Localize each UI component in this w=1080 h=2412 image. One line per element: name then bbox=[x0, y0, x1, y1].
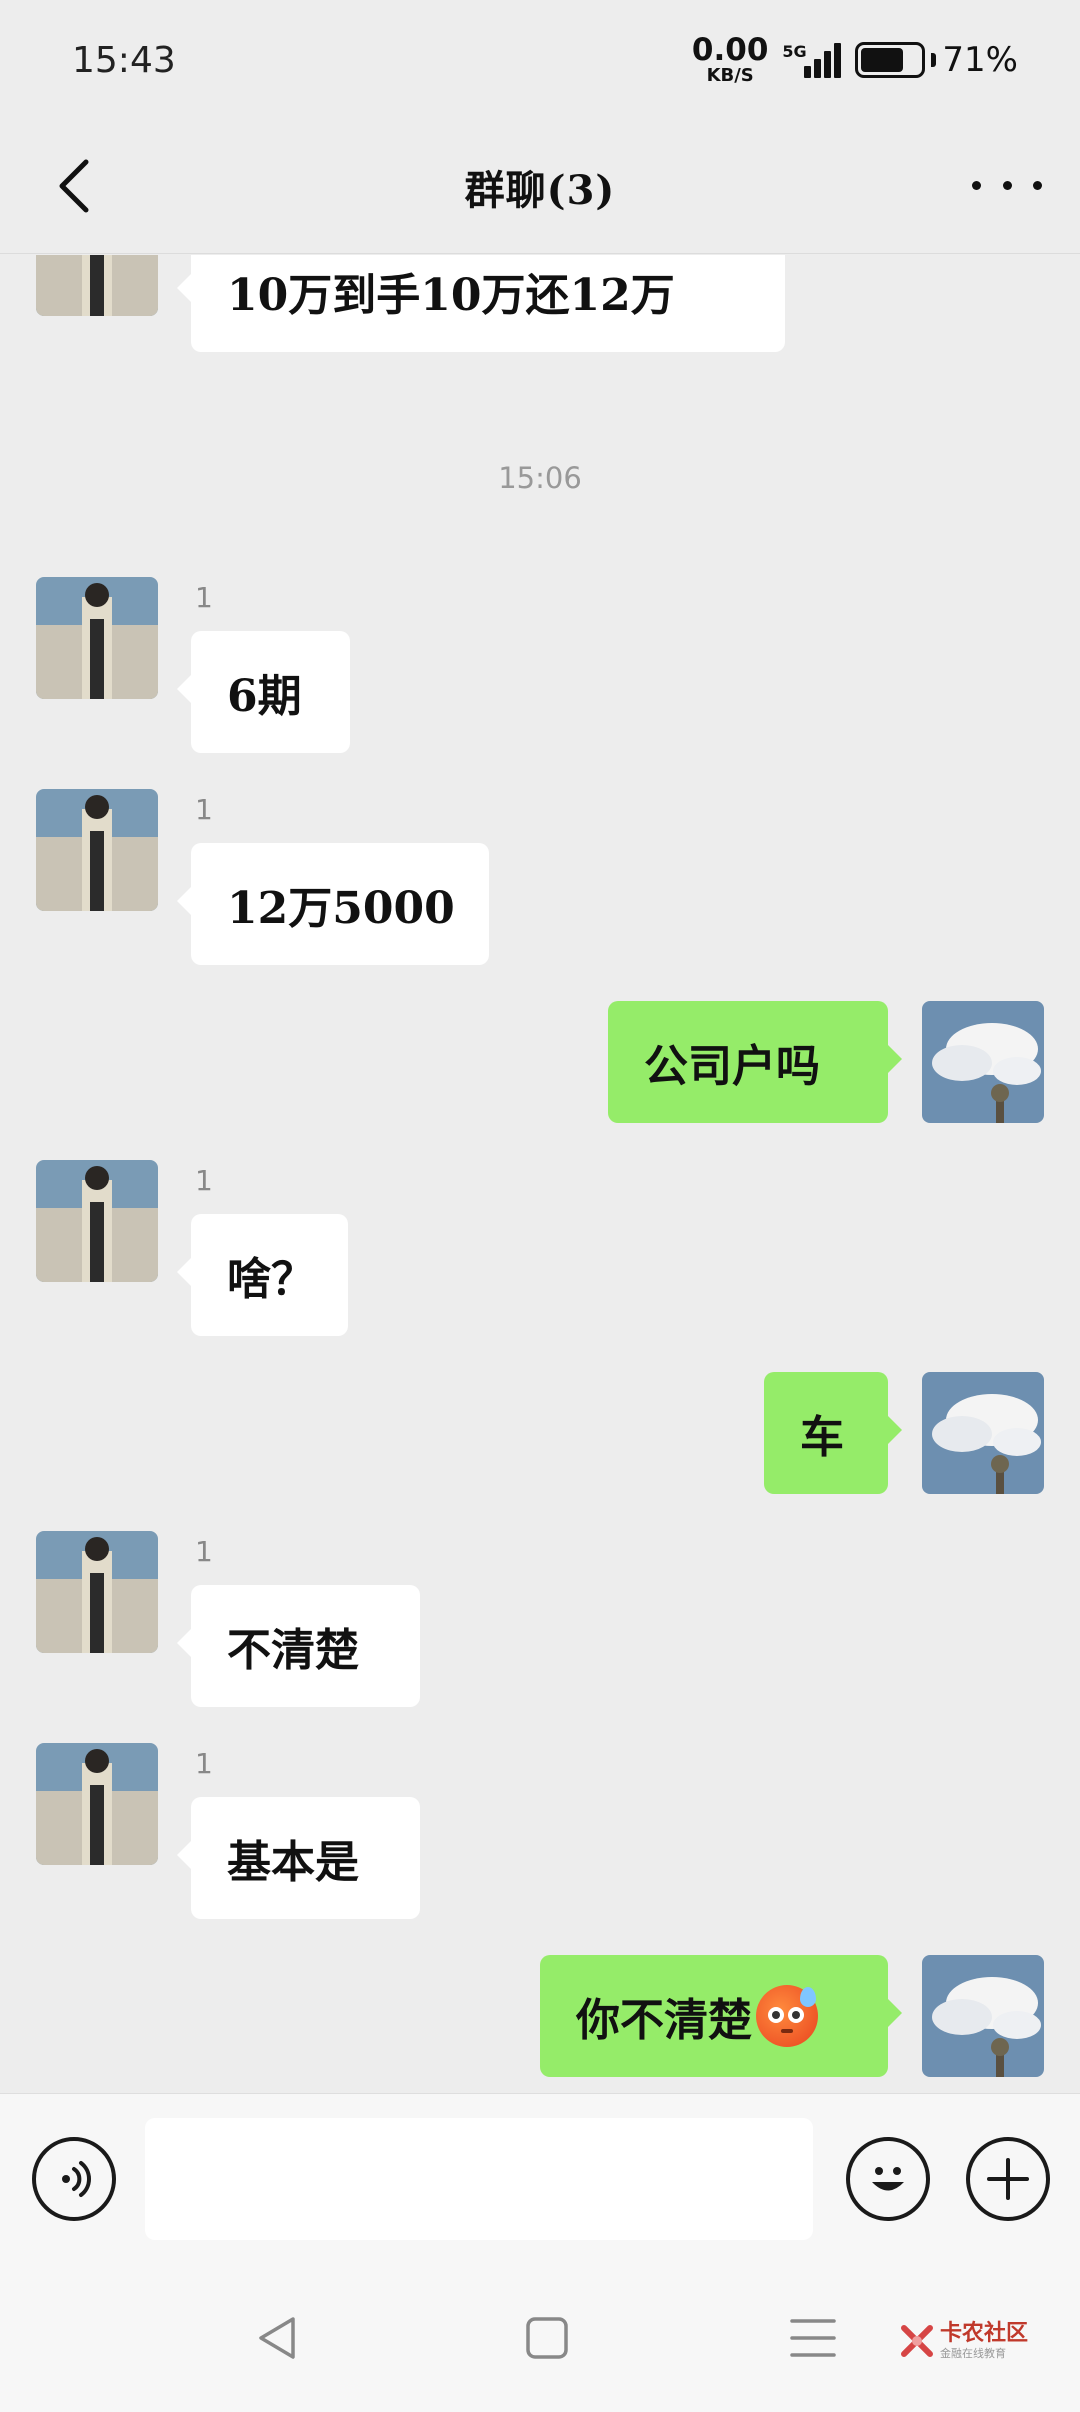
system-recents-button[interactable] bbox=[778, 2303, 848, 2373]
chat-title: 群聊(3) bbox=[464, 166, 616, 214]
message-bubble-outgoing[interactable]: 车 bbox=[764, 1372, 902, 1494]
chat-header: 群聊(3) bbox=[0, 120, 1080, 254]
avatar[interactable] bbox=[36, 1743, 158, 1865]
kanong-logo-icon bbox=[900, 2324, 934, 2358]
battery-icon: 71% bbox=[855, 40, 1018, 80]
message-text: 你不清楚 bbox=[576, 1995, 752, 2046]
avatar[interactable] bbox=[36, 1160, 158, 1282]
sender-name: 1 bbox=[195, 793, 213, 826]
voice-button[interactable] bbox=[32, 2137, 116, 2221]
message-bubble-incoming[interactable]: 啥？ bbox=[177, 1214, 348, 1336]
menu-lines-icon bbox=[790, 2319, 836, 2357]
my-avatar[interactable] bbox=[922, 1955, 1044, 2077]
message-list[interactable]: 10万到手10万还12万 15:06 1 6期 1 12万5000 公司户吗 1… bbox=[0, 255, 1080, 2093]
square-home-icon bbox=[526, 2317, 568, 2359]
system-nav-bar: 卡农社区 金融在线教育 bbox=[0, 2263, 1080, 2412]
sender-name: 1 bbox=[195, 1535, 213, 1568]
system-home-button[interactable] bbox=[512, 2303, 582, 2373]
message-input[interactable] bbox=[145, 2118, 813, 2240]
plus-button[interactable] bbox=[966, 2137, 1050, 2221]
avatar[interactable] bbox=[36, 577, 158, 699]
smiley-icon bbox=[872, 2167, 904, 2191]
net-speed-unit: KB/S bbox=[706, 65, 754, 86]
status-time: 15:43 bbox=[72, 39, 176, 81]
sender-name: 1 bbox=[195, 1164, 213, 1197]
watermark-title: 卡农社区 bbox=[940, 2321, 1029, 2346]
message-bubble-incoming[interactable]: 10万到手10万还12万 bbox=[177, 255, 785, 352]
chevron-left-icon bbox=[59, 159, 89, 213]
system-back-button[interactable] bbox=[242, 2303, 312, 2373]
back-button[interactable] bbox=[44, 156, 104, 216]
sender-name: 1 bbox=[195, 1747, 213, 1780]
watermark-subtitle: 金融在线教育 bbox=[940, 2347, 1006, 2360]
net-speed-value: 0.00 bbox=[691, 32, 769, 68]
net-speed: 0.00 KB/S bbox=[692, 35, 769, 85]
message-bubble-outgoing[interactable]: 公司户吗 bbox=[608, 1001, 902, 1123]
signal-icon: 5G bbox=[782, 42, 842, 78]
message-timestamp: 15:06 bbox=[498, 461, 582, 495]
message-bubble-incoming[interactable]: 6期 bbox=[177, 631, 350, 753]
watermark: 卡农社区 金融在线教育 bbox=[900, 2323, 1028, 2359]
my-avatar[interactable] bbox=[922, 1372, 1044, 1494]
emoji-button[interactable] bbox=[846, 2137, 930, 2221]
sender-name: 1 bbox=[195, 581, 213, 614]
more-button[interactable] bbox=[972, 160, 1042, 210]
sweat-emoji-icon bbox=[756, 1985, 818, 2047]
message-bubble-outgoing[interactable]: 你不清楚 bbox=[540, 1955, 902, 2077]
message-bubble-incoming[interactable]: 12万5000 bbox=[177, 843, 489, 965]
triangle-back-icon bbox=[259, 2317, 295, 2359]
avatar[interactable] bbox=[36, 255, 158, 316]
input-bar bbox=[0, 2093, 1080, 2263]
message-bubble-incoming[interactable]: 基本是 bbox=[177, 1797, 420, 1919]
plus-icon bbox=[987, 2158, 1029, 2200]
voice-icon bbox=[62, 2161, 91, 2197]
message-bubble-incoming[interactable]: 不清楚 bbox=[177, 1585, 420, 1707]
battery-percent: 71% bbox=[942, 40, 1018, 80]
avatar[interactable] bbox=[36, 1531, 158, 1653]
status-icons: 0.00 KB/S 5G 71% bbox=[692, 35, 1018, 85]
avatar[interactable] bbox=[36, 789, 158, 911]
more-dots-icon bbox=[972, 180, 981, 190]
status-bar: 15:43 0.00 KB/S 5G 71% bbox=[0, 0, 1080, 120]
my-avatar[interactable] bbox=[922, 1001, 1044, 1123]
network-type: 5G bbox=[782, 42, 807, 61]
